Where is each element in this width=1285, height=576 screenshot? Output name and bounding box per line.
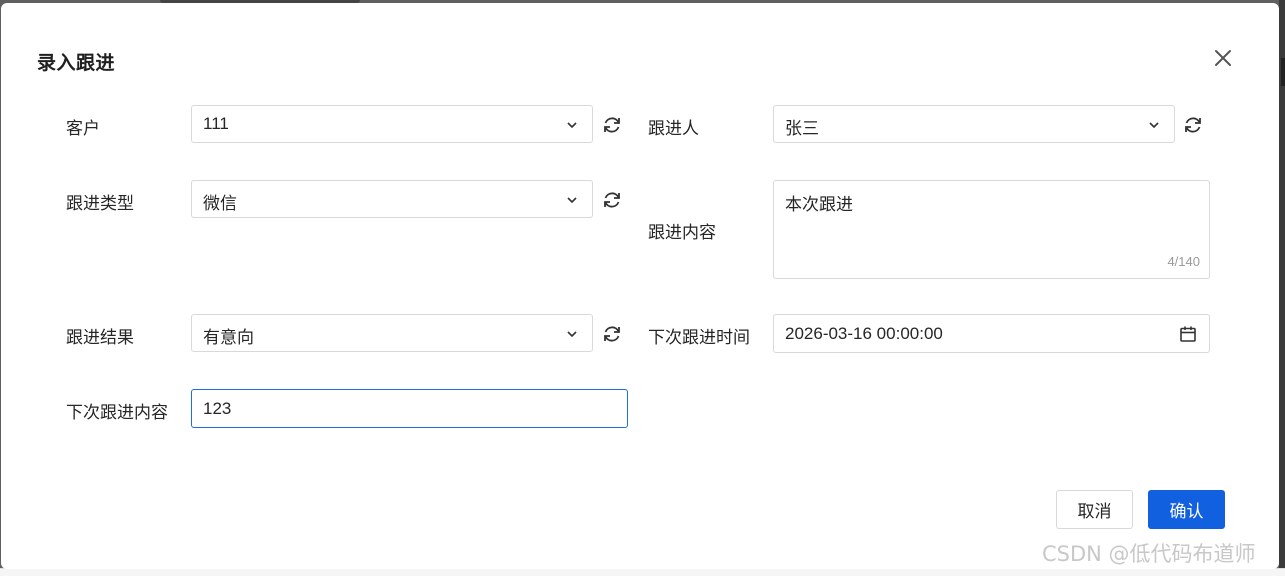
chevron-down-icon: [1149, 122, 1159, 129]
follow-content-value: 本次跟进: [785, 195, 853, 215]
follow-result-value: 有意向: [203, 328, 254, 348]
follow-type-refresh-icon[interactable]: [601, 189, 623, 211]
chevron-down-icon: [567, 331, 577, 338]
next-time-picker[interactable]: 2026-03-16 00:00:00: [773, 314, 1210, 353]
next-content-input-wrapper: [191, 389, 628, 428]
next-time-label: 下次跟进时间: [648, 328, 750, 348]
customer-refresh-icon[interactable]: [601, 114, 623, 136]
next-content-input[interactable]: [192, 390, 627, 427]
follow-result-label: 跟进结果: [66, 328, 134, 348]
customer-label: 客户: [66, 119, 100, 139]
follow-result-refresh-icon[interactable]: [601, 323, 623, 345]
next-content-label: 下次跟进内容: [66, 403, 168, 423]
follow-type-label: 跟进类型: [66, 194, 134, 214]
confirm-button[interactable]: 确认: [1148, 490, 1225, 529]
close-icon[interactable]: [1211, 46, 1235, 70]
follower-value: 张三: [785, 119, 819, 139]
follow-content-label: 跟进内容: [648, 223, 716, 243]
customer-select[interactable]: 111: [191, 105, 593, 143]
follow-result-select[interactable]: 有意向: [191, 314, 593, 352]
follow-type-value: 微信: [203, 194, 237, 214]
page-scrollbar-track: [1279, 0, 1285, 575]
follow-up-dialog: 录入跟进 客户 111 跟进人 张三 跟进类型 微信 跟进内容 本次跟进 4/1…: [1, 3, 1279, 569]
chevron-down-icon: [567, 122, 577, 129]
follower-label: 跟进人: [648, 119, 699, 139]
follow-content-textarea[interactable]: 本次跟进 4/140: [773, 180, 1210, 279]
cancel-button[interactable]: 取消: [1056, 490, 1133, 529]
follower-refresh-icon[interactable]: [1182, 114, 1204, 136]
customer-value: 111: [203, 114, 229, 133]
watermark-text: CSDN @低代码布道师: [1042, 542, 1256, 566]
page-scrollbar-thumb[interactable]: [1281, 58, 1285, 86]
next-time-value: 2026-03-16 00:00:00: [785, 324, 943, 343]
dialog-title: 录入跟进: [37, 52, 116, 74]
follower-select[interactable]: 张三: [773, 105, 1175, 143]
follow-type-select[interactable]: 微信: [191, 180, 593, 218]
calendar-icon[interactable]: [1179, 325, 1197, 343]
char-counter: 4/140: [1167, 254, 1200, 269]
chevron-down-icon: [567, 197, 577, 204]
